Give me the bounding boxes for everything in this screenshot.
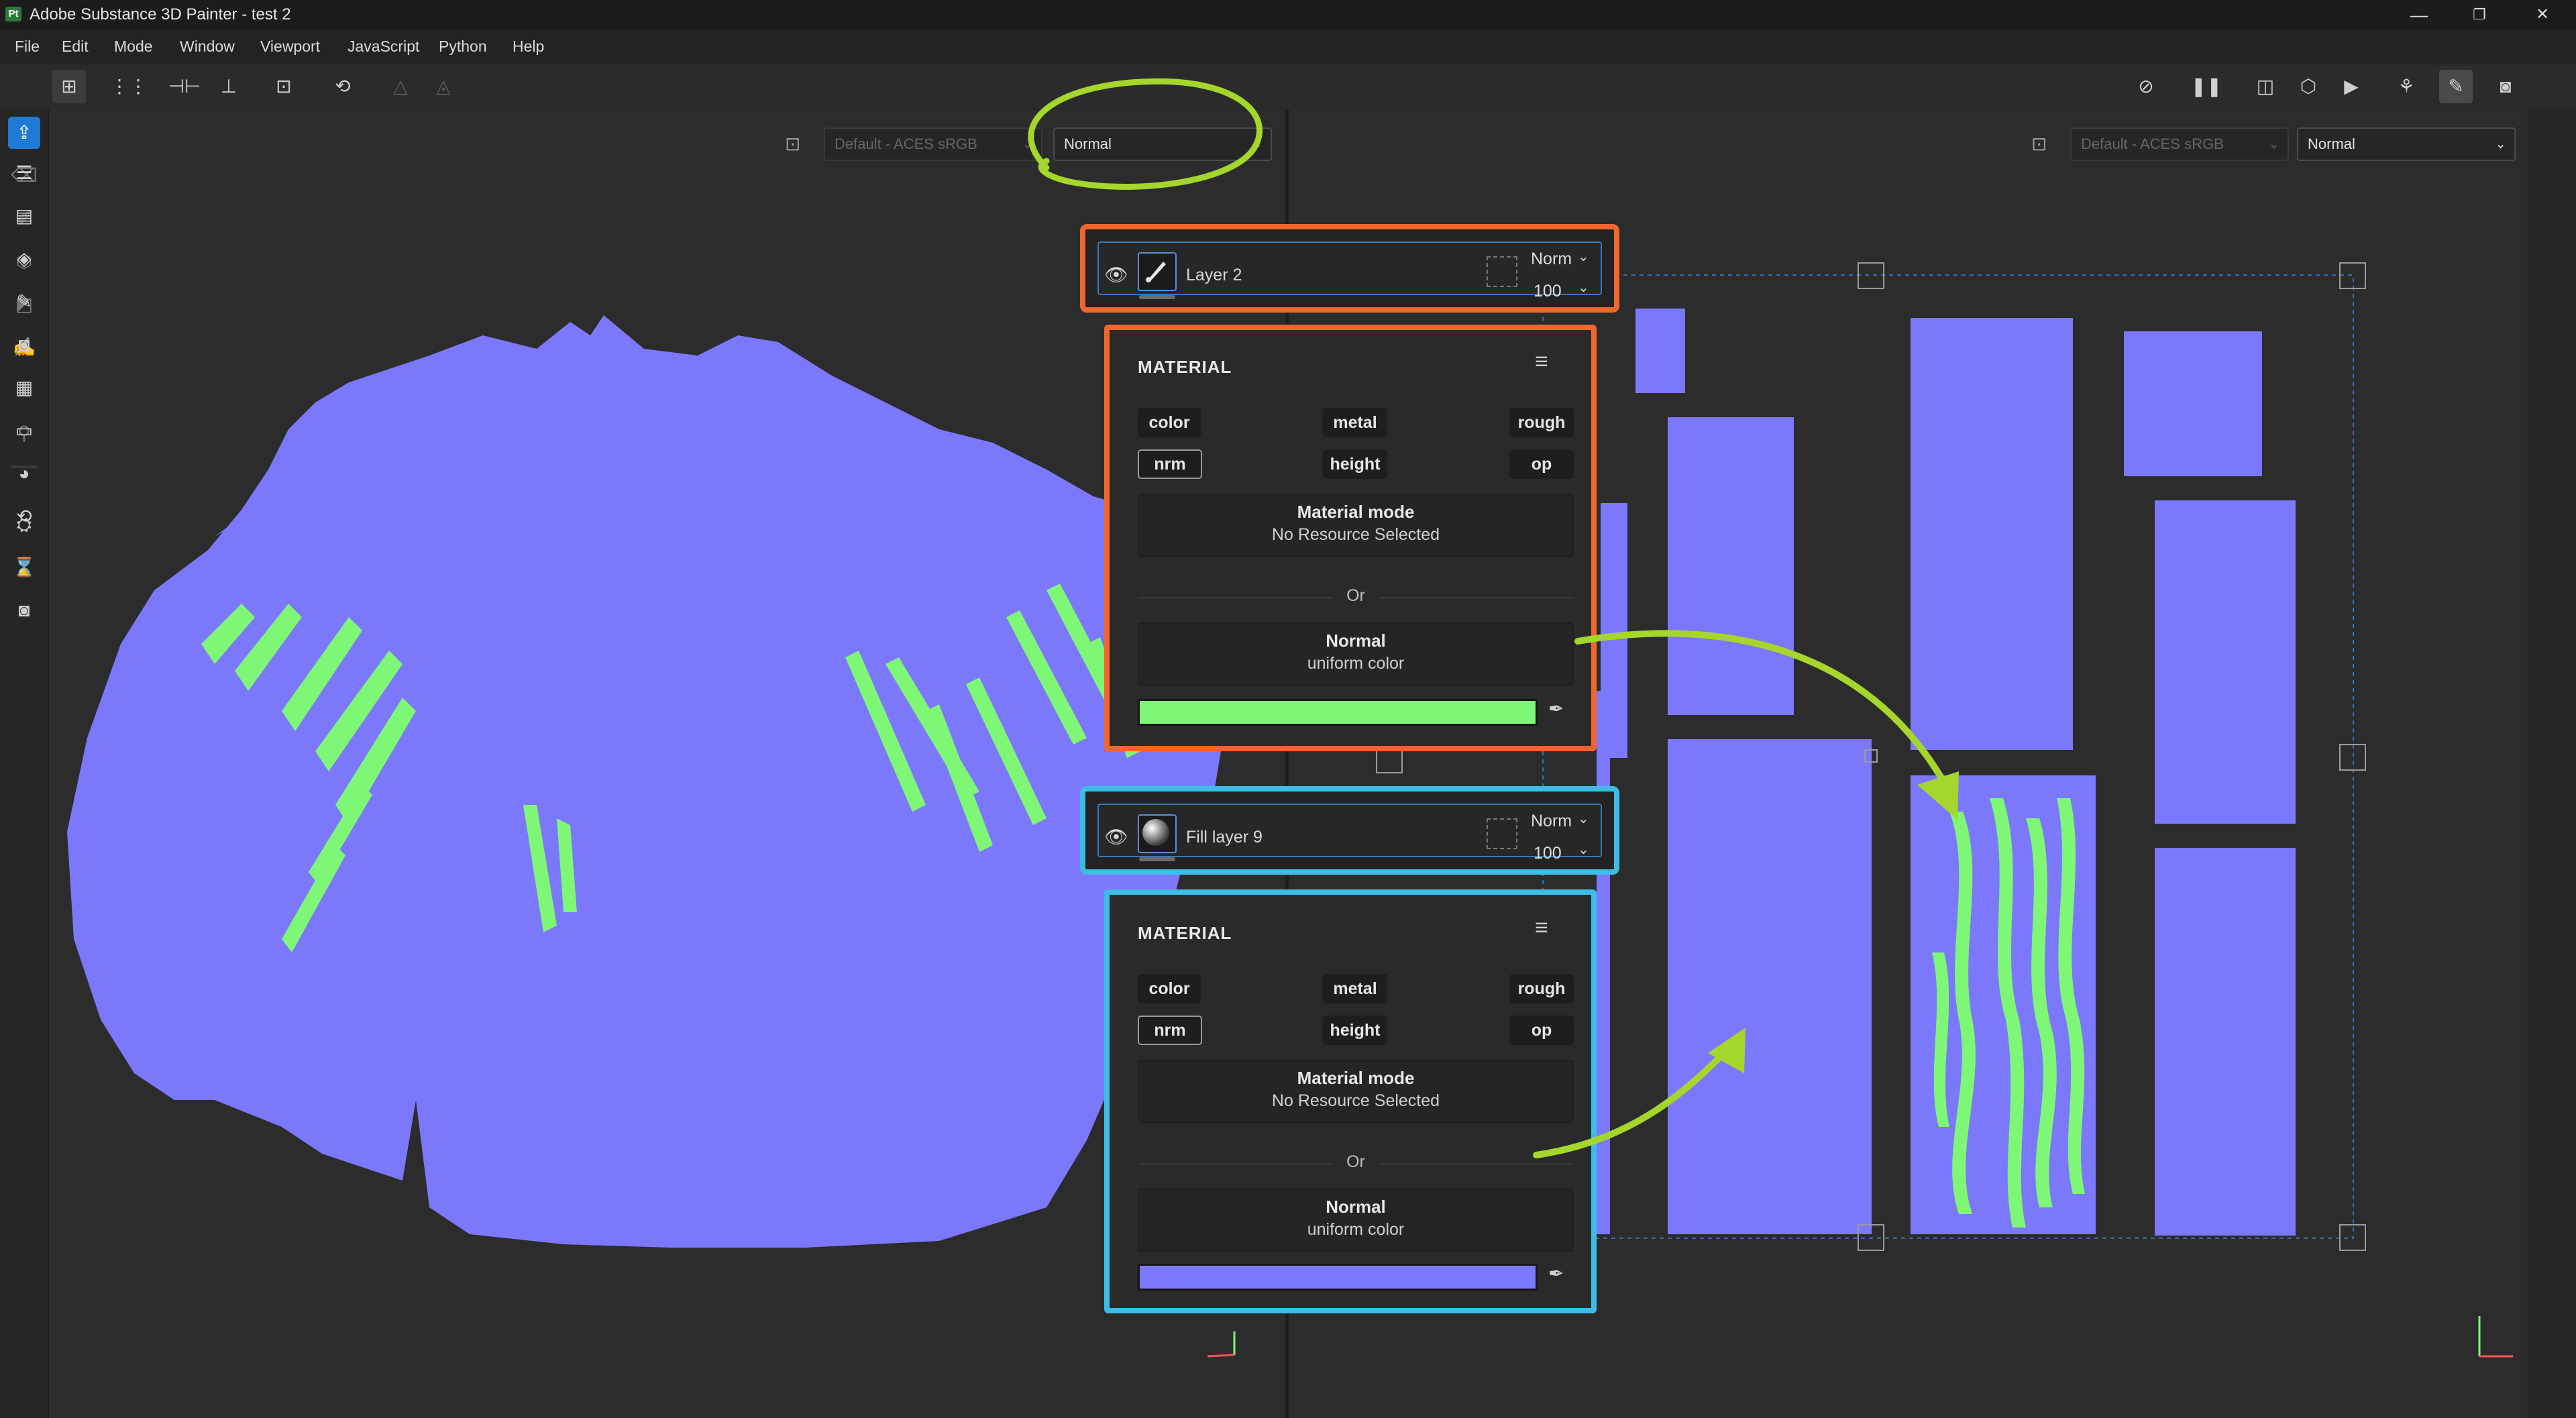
uv-islands — [1597, 309, 2296, 1236]
material-menu-icon[interactable]: ≡ — [1535, 349, 1548, 375]
uniform-title: Normal — [1326, 631, 1386, 651]
chevron-down-icon[interactable]: ⌄ — [1578, 279, 1589, 296]
layer-name[interactable]: Layer 2 — [1186, 266, 1242, 285]
layer-card-layer2[interactable]: 👁 Layer 2 Norm ⌄ 100 ⌄ — [1080, 224, 1619, 313]
material-mode-block[interactable]: Material mode No Resource Selected — [1138, 494, 1574, 557]
material-panel-fill-layer9: MATERIAL ≡ color metal rough nrm height … — [1104, 889, 1597, 1313]
channel-rough-button[interactable]: rough — [1509, 974, 1574, 1003]
chevron-down-icon[interactable]: ⌄ — [1578, 810, 1589, 827]
layer-mask-bar — [1139, 857, 1175, 861]
channel-metal-button[interactable]: metal — [1323, 408, 1387, 437]
chevron-down-icon[interactable]: ⌄ — [1578, 841, 1589, 858]
layer-card-fill-layer9[interactable]: 👁 Fill layer 9 Norm ⌄ 100 ⌄ — [1080, 786, 1619, 875]
layer-row-selected[interactable]: 👁 Fill layer 9 Norm ⌄ 100 ⌄ — [1097, 804, 1602, 863]
uniform-value: uniform color — [1307, 1220, 1405, 1239]
channel-height-button[interactable]: height — [1323, 1016, 1387, 1045]
material-menu-icon[interactable]: ≡ — [1535, 915, 1548, 941]
channel-metal-button[interactable]: metal — [1323, 974, 1387, 1003]
blend-mode-value[interactable]: Norm — [1531, 812, 1572, 831]
opacity-value[interactable]: 100 — [1534, 282, 1562, 301]
sphere-glyph — [1142, 819, 1169, 846]
channel-nrm-button[interactable]: nrm — [1138, 1016, 1202, 1045]
opacity-value[interactable]: 100 — [1534, 844, 1562, 863]
color-swatch[interactable] — [1138, 1264, 1538, 1291]
uniform-color-block[interactable]: Normal uniform color — [1138, 1189, 1574, 1252]
uniform-color-block[interactable]: Normal uniform color — [1138, 622, 1574, 686]
or-label: Or — [1332, 586, 1379, 606]
blend-mode-value[interactable]: Norm — [1531, 250, 1572, 269]
channel-op-button[interactable]: op — [1509, 449, 1574, 479]
mask-slot-icon[interactable] — [1487, 818, 1517, 849]
channel-nrm-button[interactable]: nrm — [1138, 449, 1202, 479]
eyedropper-icon[interactable]: ✒ — [1548, 698, 1564, 720]
uniform-value: uniform color — [1307, 654, 1405, 673]
material-mode-block[interactable]: Material mode No Resource Selected — [1138, 1060, 1574, 1123]
channel-color-button[interactable]: color — [1138, 408, 1201, 437]
material-mode-value: No Resource Selected — [1271, 1091, 1440, 1110]
channel-color-button[interactable]: color — [1138, 974, 1201, 1003]
visibility-eye-icon[interactable]: 👁 — [1103, 824, 1130, 851]
eyedropper-icon[interactable]: ✒ — [1548, 1262, 1564, 1285]
material-panel-layer2: MATERIAL ≡ color metal rough nrm height … — [1104, 325, 1597, 751]
chevron-down-icon[interactable]: ⌄ — [1578, 248, 1589, 265]
brush-icon — [1138, 252, 1177, 291]
layer-mask-bar — [1139, 295, 1175, 299]
material-heading: MATERIAL — [1138, 357, 1232, 377]
uniform-title: Normal — [1326, 1197, 1386, 1217]
material-mode-title: Material mode — [1297, 502, 1415, 522]
layer-row-selected[interactable]: 👁 Layer 2 Norm ⌄ 100 ⌄ — [1097, 241, 1602, 301]
color-swatch[interactable] — [1138, 699, 1538, 726]
channel-rough-button[interactable]: rough — [1509, 408, 1574, 437]
channel-height-button[interactable]: height — [1323, 449, 1387, 479]
mask-slot-icon[interactable] — [1487, 256, 1517, 287]
or-label: Or — [1332, 1152, 1379, 1172]
layer-name[interactable]: Fill layer 9 — [1186, 828, 1263, 847]
sphere-icon — [1138, 814, 1177, 853]
material-heading: MATERIAL — [1138, 923, 1232, 943]
channel-op-button[interactable]: op — [1509, 1016, 1574, 1045]
brush-glyph — [1146, 262, 1166, 282]
visibility-eye-icon[interactable]: 👁 — [1103, 262, 1130, 288]
material-mode-value: No Resource Selected — [1271, 525, 1440, 544]
material-mode-title: Material mode — [1297, 1068, 1415, 1088]
